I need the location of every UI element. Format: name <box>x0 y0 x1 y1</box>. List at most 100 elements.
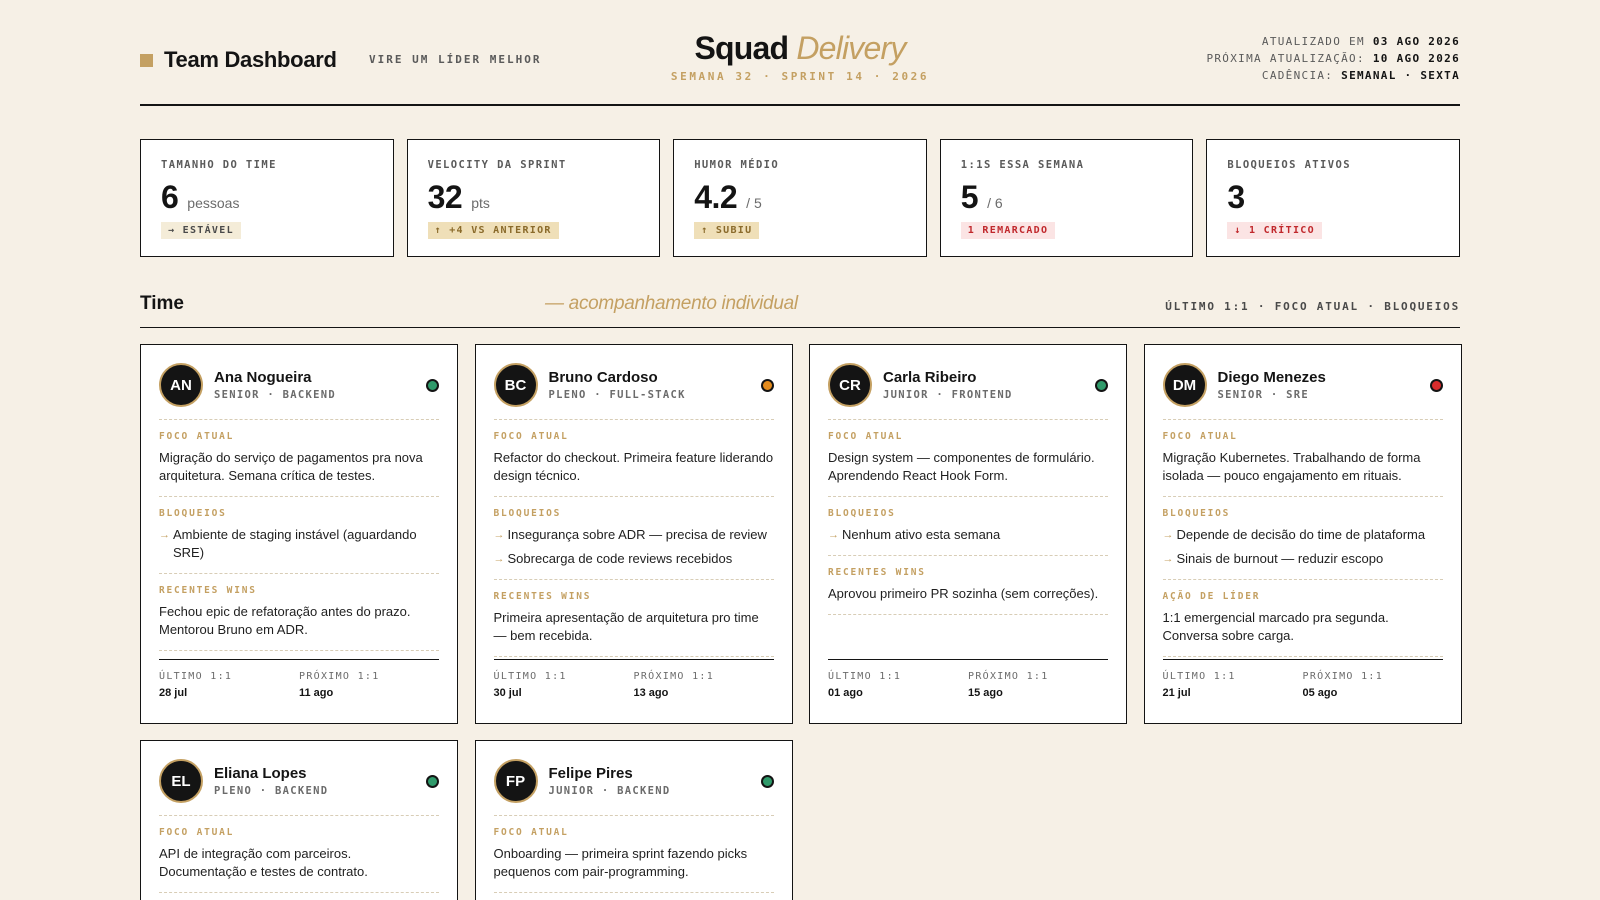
block-label: RECENTES WINS <box>828 567 926 578</box>
blockers-list: Insegurança sobre ADR — precisa de revie… <box>494 526 774 568</box>
update-meta: ATUALIZADO EM 03 AGO 2026 PRÓXIMA ATUALI… <box>1206 33 1460 84</box>
member-card-ana[interactable]: AN Ana Nogueira SENIOR · BACKEND FOCO AT… <box>140 344 458 724</box>
blockers-list: Nenhum ativo esta semana <box>828 526 1108 544</box>
meta-next-update: PRÓXIMA ATUALIZAÇÃO: 10 AGO 2026 <box>1206 52 1460 65</box>
kpi-label: VELOCITY DA SPRINT <box>427 159 567 171</box>
last-one-on-one-label: ÚLTIMO 1:1 <box>493 671 567 682</box>
member-card-eliana[interactable]: EL Eliana Lopes PLENO · BACKEND FOCO ATU… <box>140 740 458 900</box>
member-role: JUNIOR · BACKEND <box>548 785 671 797</box>
last-one-on-one-date: 28 jul <box>159 687 188 699</box>
last-one-on-one-date: 21 jul <box>1162 687 1191 699</box>
next-one-on-one-label: PRÓXIMO 1:1 <box>299 671 380 682</box>
block-label: BLOQUEIOS <box>493 508 562 519</box>
member-role: JUNIOR · FRONTEND <box>883 389 1013 401</box>
kpi-trend-badge: → ESTÁVEL <box>161 222 241 239</box>
kpi-unit: / 6 <box>987 195 1003 211</box>
avatar: DM <box>1162 363 1207 407</box>
next-one-on-one-label: PRÓXIMO 1:1 <box>968 671 1049 682</box>
member-role: SENIOR · BACKEND <box>214 389 336 401</box>
last-one-on-one-label: ÚLTIMO 1:1 <box>1162 671 1236 682</box>
block-label: AÇÃO DE LÍDER <box>1162 591 1261 602</box>
focus-text: Migração do serviço de pagamentos pra no… <box>159 450 423 483</box>
kpi-label: 1:1S ESSA SEMANA <box>960 159 1085 171</box>
member-card-felipe[interactable]: FP Felipe Pires JUNIOR · BACKEND FOCO AT… <box>474 740 793 900</box>
block-label: FOCO ATUAL <box>828 431 904 442</box>
block-label: RECENTES WINS <box>159 585 257 596</box>
member-cards: AN Ana Nogueira SENIOR · BACKEND FOCO AT… <box>140 344 1462 900</box>
kpi-team-size[interactable]: TAMANHO DO TIME 6 pessoas → ESTÁVEL <box>140 139 394 257</box>
list-item: Sinais de burnout — reduzir escopo <box>1163 550 1443 568</box>
page-header: Team Dashboard VIRE UM LÍDER MELHOR Squa… <box>140 0 1460 106</box>
status-dot-icon <box>1095 378 1108 392</box>
last-one-on-one-label: ÚLTIMO 1:1 <box>828 671 902 682</box>
focus-text: Migração Kubernetes. Trabalhando de form… <box>1162 450 1421 483</box>
status-dot-icon <box>760 378 774 392</box>
kpi-trend-badge: ↓ 1 CRÍTICO <box>1227 222 1322 239</box>
meta-updated: ATUALIZADO EM 03 AGO 2026 <box>1261 35 1460 48</box>
status-dot-icon <box>1429 378 1443 392</box>
member-role: PLENO · BACKEND <box>214 785 329 797</box>
card-footer: ÚLTIMO 1:1 30 jul PRÓXIMO 1:1 13 ago <box>493 659 774 723</box>
member-card-diego[interactable]: DM Diego Menezes SENIOR · SRE FOCO ATUAL… <box>1143 344 1462 724</box>
block-label: RECENTES WINS <box>493 591 592 602</box>
member-name: Eliana Lopes <box>214 765 307 782</box>
next-one-on-one-label: PRÓXIMO 1:1 <box>1302 671 1384 682</box>
status-dot-icon <box>426 774 439 788</box>
section-title: Time <box>140 293 185 314</box>
avatar: EL <box>159 759 203 803</box>
block-label: FOCO ATUAL <box>493 431 569 442</box>
block-label: BLOQUEIOS <box>159 508 227 519</box>
avatar: AN <box>159 363 203 407</box>
kpi-unit: / 5 <box>746 195 762 211</box>
avatar: FP <box>493 759 538 803</box>
blockers-list: Ambiente de staging instável (aguardando… <box>159 526 439 562</box>
blockers-list: Depende de decisão do time de plataforma… <box>1163 526 1443 568</box>
focus-text: Design system — componentes de formulári… <box>828 450 1095 483</box>
kpi-blockers[interactable]: BLOQUEIOS ATIVOS 3 ↓ 1 CRÍTICO <box>1206 139 1460 257</box>
block-label: FOCO ATUAL <box>159 827 235 838</box>
focus-text: Refactor do checkout. Primeira feature l… <box>493 450 774 483</box>
card-footer: ÚLTIMO 1:1 21 jul PRÓXIMO 1:1 05 ago <box>1162 659 1443 723</box>
member-card-carla[interactable]: CR Carla Ribeiro JUNIOR · FRONTEND FOCO … <box>809 344 1127 724</box>
kpi-value: 4.2 <box>694 179 738 215</box>
kpi-trend-badge: ↑ +4 VS ANTERIOR <box>427 222 559 239</box>
kpi-value: 5 <box>960 179 979 215</box>
focus-text: Onboarding — primeira sprint fazendo pic… <box>493 846 748 879</box>
focus-text: API de integração com parceiros. Documen… <box>159 846 368 879</box>
member-name: Diego Menezes <box>1217 369 1326 386</box>
member-name: Bruno Cardoso <box>548 369 658 386</box>
kpi-unit: pessoas <box>187 195 240 211</box>
member-card-bruno[interactable]: BC Bruno Cardoso PLENO · FULL-STACK FOCO… <box>474 344 793 724</box>
list-item: Sobrecarga de code reviews recebidos <box>494 550 774 568</box>
kpi-value: 6 <box>161 179 179 215</box>
wins-text: Primeira apresentação de arquitetura pro… <box>493 610 759 643</box>
card-footer: ÚLTIMO 1:1 28 jul PRÓXIMO 1:1 11 ago <box>159 659 439 723</box>
wins-text: Aprovou primeiro PR sozinha (sem correçõ… <box>828 586 1099 601</box>
block-label: BLOQUEIOS <box>1162 508 1231 519</box>
kpi-velocity[interactable]: VELOCITY DA SPRINT 32 pts ↑ +4 VS ANTERI… <box>406 139 661 257</box>
section-legend: ÚLTIMO 1:1 · FOCO ATUAL · BLOQUEIOS <box>1165 300 1460 313</box>
kpi-mood[interactable]: HUMOR MÉDIO 4.2 / 5 ↑ SUBIU <box>673 139 927 257</box>
kpi-label: BLOQUEIOS ATIVOS <box>1227 159 1351 171</box>
kpi-value: 32 <box>427 179 463 215</box>
kpi-label: HUMOR MÉDIO <box>694 159 780 171</box>
list-item: Insegurança sobre ADR — precisa de revie… <box>494 526 774 544</box>
dashboard: Team Dashboard VIRE UM LÍDER MELHOR Squa… <box>140 0 1462 900</box>
next-one-on-one-date: 15 ago <box>968 687 1003 699</box>
block-label: FOCO ATUAL <box>159 431 235 442</box>
kpi-trend-badge: ↑ SUBIU <box>694 222 760 239</box>
member-name: Ana Nogueira <box>214 369 312 386</box>
kpi-one-on-ones[interactable]: 1:1S ESSA SEMANA 5 / 6 1 REMARCADO <box>939 139 1194 257</box>
list-item: Ambiente de staging instável (aguardando… <box>159 526 439 562</box>
avatar: CR <box>828 363 872 407</box>
section-subtitle: — acompanhamento individual <box>545 293 798 314</box>
block-label: FOCO ATUAL <box>493 827 569 838</box>
meta-cadence: CADÊNCIA: SEMANAL · SEXTA <box>1261 69 1460 82</box>
status-dot-icon <box>760 774 774 788</box>
kpi-value: 3 <box>1227 179 1245 215</box>
avatar: BC <box>493 363 538 407</box>
kpi-row: TAMANHO DO TIME 6 pessoas → ESTÁVEL VELO… <box>140 139 1460 257</box>
kpi-label: TAMANHO DO TIME <box>161 159 277 171</box>
next-one-on-one-date: 11 ago <box>299 687 334 699</box>
leader-action-text: 1:1 emergencial marcado pra segunda. Con… <box>1162 610 1389 643</box>
